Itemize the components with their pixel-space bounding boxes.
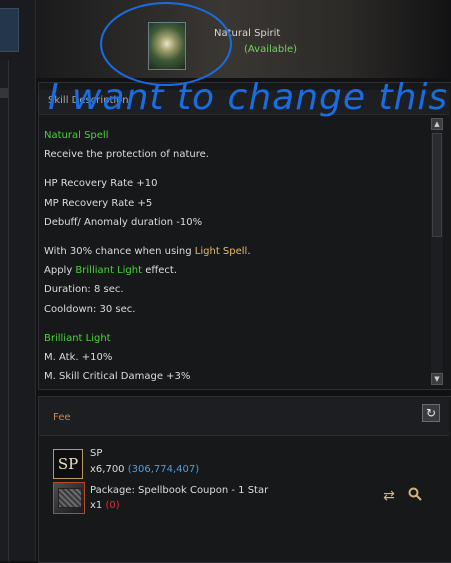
spellbook-icon-detail bbox=[58, 488, 82, 508]
description-scroll-thumb[interactable] bbox=[432, 133, 442, 237]
package-owned: (0) bbox=[105, 500, 120, 511]
fee-header bbox=[39, 397, 449, 436]
scroll-up-button[interactable]: ▲ bbox=[431, 118, 443, 130]
light-spell-keyword: Light Spell bbox=[194, 245, 248, 257]
sp-label: SP bbox=[90, 448, 103, 459]
description-line: M. Atk. +10% bbox=[44, 351, 113, 363]
package-amount: x1 (0) bbox=[90, 500, 120, 511]
description-line: M. Skill Critical Damage +3% bbox=[44, 371, 191, 383]
package-required: x1 bbox=[90, 500, 103, 511]
annotation-text: I want to change this bbox=[48, 77, 449, 118]
description-line: Debuff/ Anomaly duration -10% bbox=[44, 216, 203, 228]
line-text: Apply bbox=[44, 265, 76, 277]
refresh-icon: ↻ bbox=[425, 406, 437, 420]
arrow-down-icon: ▼ bbox=[434, 375, 440, 383]
description-line: MP Recovery Rate +5 bbox=[44, 197, 153, 209]
sp-icon: SP bbox=[53, 449, 83, 479]
description-line: Receive the protection of nature. bbox=[44, 149, 209, 161]
left-panel-tab[interactable] bbox=[0, 8, 19, 52]
arrow-up-icon: ▲ bbox=[434, 120, 440, 128]
brilliant-light-keyword: Brilliant Light bbox=[75, 265, 143, 277]
refresh-button[interactable]: ↻ bbox=[422, 404, 440, 422]
description-line: Cooldown: 30 sec. bbox=[44, 303, 136, 315]
annotation-circle bbox=[100, 2, 232, 86]
line-text: . bbox=[247, 245, 251, 257]
skill-description-body: Natural Spell Receive the protection of … bbox=[44, 126, 424, 386]
skill-status: (Available) bbox=[244, 44, 298, 55]
sp-amount: x6,700 (306,774,407) bbox=[90, 464, 199, 475]
skill-header bbox=[36, 0, 451, 78]
description-line: HP Recovery Rate +10 bbox=[44, 178, 158, 190]
left-scroll-up-button[interactable] bbox=[0, 88, 8, 98]
search-icon[interactable] bbox=[406, 487, 424, 505]
line-text: With 30% chance when using bbox=[44, 245, 195, 257]
line-text: effect. bbox=[142, 265, 178, 277]
magnifier-icon bbox=[408, 487, 422, 501]
description-line: Brilliant Light bbox=[44, 332, 111, 344]
swap-icon[interactable]: ⇄ bbox=[380, 487, 398, 505]
scroll-down-button[interactable]: ▼ bbox=[431, 373, 443, 385]
sp-required: x6,700 bbox=[90, 464, 125, 475]
fee-title: Fee bbox=[53, 412, 71, 423]
package-label: Package: Spellbook Coupon - 1 Star bbox=[90, 485, 269, 496]
left-scrollbar[interactable] bbox=[0, 60, 9, 561]
description-line: Natural Spell bbox=[44, 130, 109, 141]
description-line: With 30% chance when using Light Spell. bbox=[44, 242, 424, 261]
description-line: Apply Brilliant Light effect. bbox=[44, 261, 424, 280]
sp-owned: (306,774,407) bbox=[127, 464, 200, 475]
description-line: Duration: 8 sec. bbox=[44, 284, 124, 296]
